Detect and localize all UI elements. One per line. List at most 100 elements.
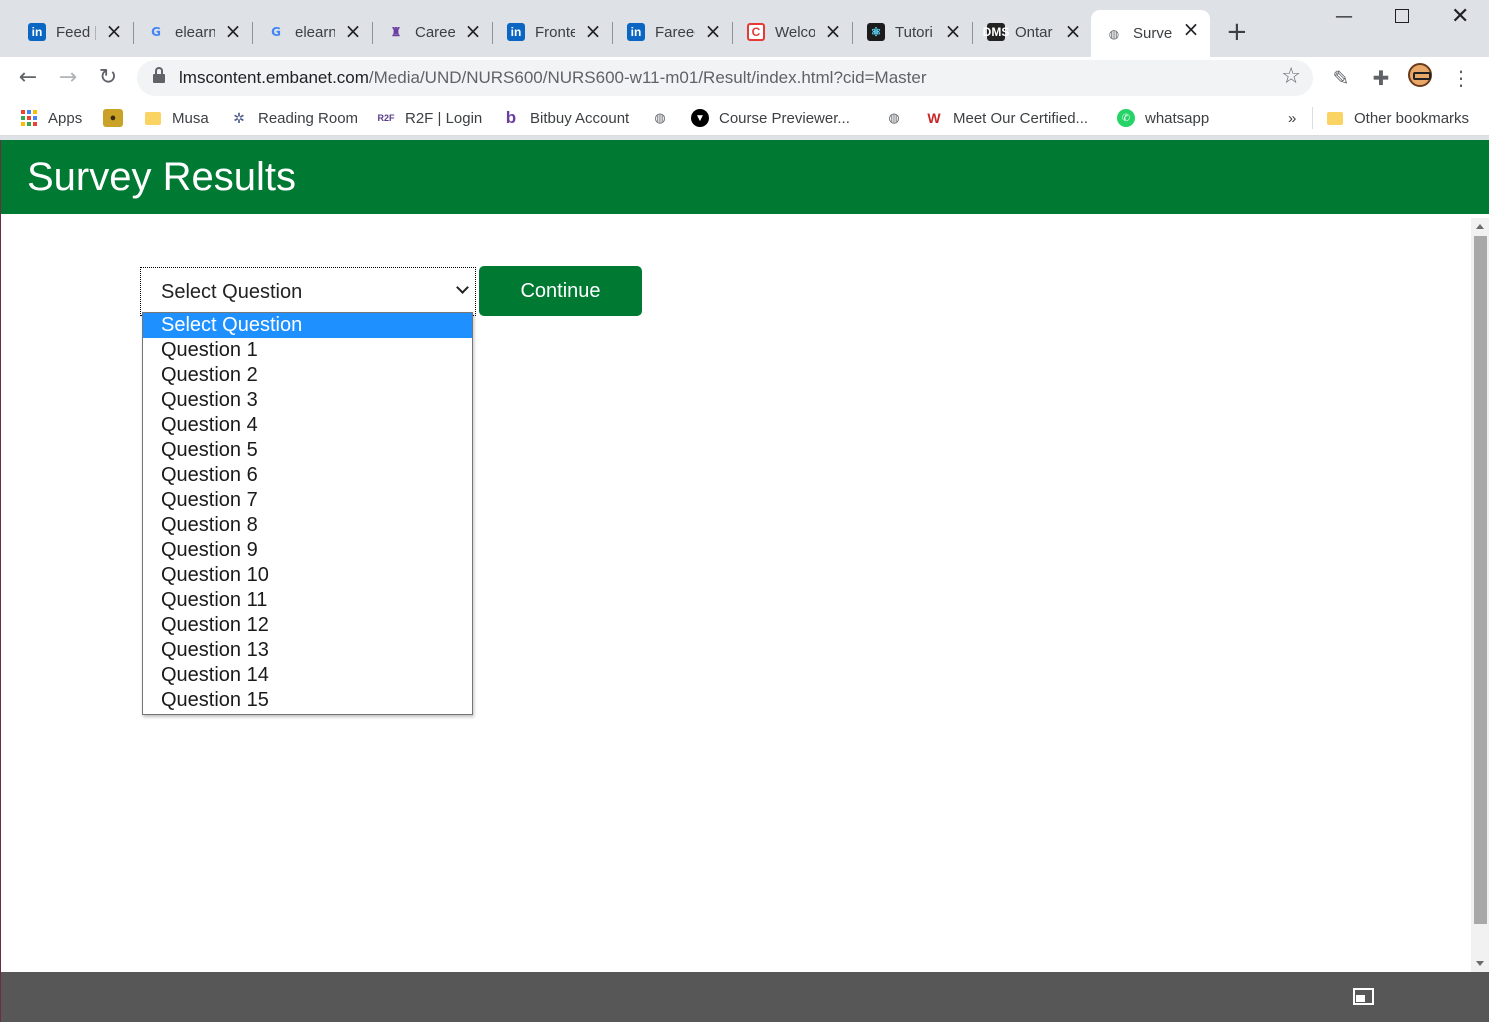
- bookmark-star-icon[interactable]: ☆: [1281, 64, 1301, 89]
- tab-title: Welco: [775, 23, 815, 41]
- tab-tutorial[interactable]: ⚛ Tutori ×: [853, 12, 973, 52]
- dropdown-option[interactable]: Question 6: [143, 463, 472, 488]
- folder-icon: [144, 109, 162, 127]
- linkedin-icon: in: [28, 23, 46, 41]
- google-icon: G: [271, 25, 281, 39]
- dropdown-option[interactable]: Question 13: [143, 638, 472, 663]
- url-text[interactable]: lmscontent.embanet.com/Media/UND/NURS600…: [179, 68, 927, 88]
- question-select[interactable]: Select Question: [140, 267, 476, 316]
- new-tab-button[interactable]: +: [1226, 19, 1248, 45]
- c-logo-icon: C: [747, 23, 765, 41]
- close-icon[interactable]: ×: [344, 21, 362, 41]
- tab-title: Fronte: [535, 23, 575, 41]
- dropdown-option[interactable]: Question 1: [143, 338, 472, 363]
- dropdown-option[interactable]: Question 5: [143, 438, 472, 463]
- bookmark-other[interactable]: Other bookmarks: [1326, 107, 1469, 129]
- tab-careers[interactable]: ♜ Careers ×: [373, 12, 493, 52]
- lock-icon[interactable]: [153, 67, 165, 83]
- picture-in-picture-icon[interactable]: [1353, 988, 1374, 1005]
- bookmark-r2f[interactable]: R2F R2F | Login: [377, 107, 482, 129]
- dropdown-option[interactable]: Select Question: [143, 313, 472, 338]
- whatsapp-icon: ✆: [1117, 109, 1135, 127]
- tab-welcome[interactable]: C Welco ×: [733, 12, 853, 52]
- close-icon[interactable]: ×: [944, 21, 962, 41]
- back-icon[interactable]: ←: [13, 63, 43, 93]
- tab-elearn-1[interactable]: G elearn ×: [133, 12, 253, 52]
- address-bar[interactable]: lmscontent.embanet.com/Media/UND/NURS600…: [137, 60, 1313, 96]
- bookmark-globe-2[interactable]: ◍: [885, 107, 913, 129]
- minimize-icon[interactable]: —: [1335, 6, 1353, 27]
- dropdown-option[interactable]: Question 15: [143, 688, 472, 713]
- bookmark-course-previewer[interactable]: ▼ Course Previewer...: [691, 107, 850, 129]
- continue-button[interactable]: Continue: [479, 266, 642, 316]
- linkedin-icon: in: [627, 23, 645, 41]
- dropdown-option[interactable]: Question 3: [143, 388, 472, 413]
- profile-avatar[interactable]: [1408, 63, 1432, 87]
- bookmarks-overflow[interactable]: »: [1288, 107, 1296, 129]
- page-content: Survey Results Select Question Continue …: [0, 140, 1489, 972]
- tab-feed[interactable]: in Feed | ×: [14, 12, 134, 52]
- tab-title: elearn: [295, 23, 335, 41]
- course-previewer-icon: ▼: [691, 109, 709, 127]
- close-icon[interactable]: ×: [584, 21, 602, 41]
- scroll-down-arrow-icon[interactable]: [1476, 961, 1484, 966]
- dropdown-option[interactable]: Question 8: [143, 513, 472, 538]
- tab-title: Fareed: [655, 23, 695, 41]
- forward-icon[interactable]: →: [53, 63, 83, 93]
- question-dropdown-list: Select Question Question 1 Question 2 Qu…: [142, 312, 473, 715]
- tab-survey-active[interactable]: ◍ Surve ×: [1091, 10, 1210, 57]
- page-footer: [0, 972, 1489, 1022]
- bookmark-globe[interactable]: ◍: [651, 107, 679, 129]
- dropdown-option[interactable]: Question 9: [143, 538, 472, 563]
- extensions-icon[interactable]: ✚: [1366, 63, 1396, 93]
- close-icon[interactable]: ×: [824, 21, 842, 41]
- tab-fronte[interactable]: in Fronte ×: [493, 12, 613, 52]
- bookmark-reading-room[interactable]: ✲ Reading Room: [230, 107, 358, 129]
- close-icon[interactable]: ×: [1064, 21, 1082, 41]
- browser-toolbar: ← → ↻ lmscontent.embanet.com/Media/UND/N…: [0, 57, 1489, 99]
- dropdown-option[interactable]: Question 4: [143, 413, 472, 438]
- apps-grid-icon: [20, 109, 38, 127]
- close-icon[interactable]: ×: [1182, 19, 1200, 39]
- scrollbar-thumb[interactable]: [1474, 236, 1487, 924]
- tab-strip: in Feed | × G elearn × G elearn × ♜ Care…: [0, 0, 1489, 57]
- globe-icon: ◍: [1108, 26, 1120, 41]
- bitbuy-icon: b: [505, 108, 517, 127]
- bookmark-bitbuy[interactable]: b Bitbuy Account: [502, 107, 629, 129]
- close-icon[interactable]: ×: [224, 21, 242, 41]
- tab-ontario[interactable]: DMS Ontar ×: [973, 12, 1092, 52]
- close-icon[interactable]: ×: [704, 21, 722, 41]
- close-icon[interactable]: ×: [105, 21, 123, 41]
- bookmark-label: R2F | Login: [405, 109, 483, 127]
- dropdown-option[interactable]: Question 2: [143, 363, 472, 388]
- bookmark-apps[interactable]: Apps: [20, 107, 82, 129]
- menu-icon[interactable]: ⋮: [1446, 63, 1476, 93]
- reload-icon[interactable]: ↻: [93, 63, 123, 93]
- react-icon: ⚛: [867, 23, 885, 41]
- tab-elearn-2[interactable]: G elearn ×: [253, 12, 373, 52]
- bookmark-musa[interactable]: Musa: [144, 107, 209, 129]
- bookmark-meet-certified[interactable]: W Meet Our Certified...: [925, 107, 1088, 129]
- select-value: Select Question: [161, 281, 303, 303]
- dropdown-option[interactable]: Question 10: [143, 563, 472, 588]
- page-scrollbar[interactable]: [1471, 218, 1489, 972]
- dropdown-option[interactable]: Question 7: [143, 488, 472, 513]
- western-crest-icon: ♜: [390, 25, 402, 39]
- tab-fareed[interactable]: in Fareed ×: [613, 12, 733, 52]
- dropdown-option[interactable]: Question 12: [143, 613, 472, 638]
- bookmark-whatsapp[interactable]: ✆ whatsapp: [1117, 107, 1209, 129]
- dropdown-option[interactable]: Question 14: [143, 663, 472, 688]
- browser-window: in Feed | × G elearn × G elearn × ♜ Care…: [0, 0, 1489, 1022]
- google-icon: G: [151, 25, 161, 39]
- close-window-icon[interactable]: ✕: [1451, 4, 1469, 29]
- scroll-up-arrow-icon[interactable]: [1476, 224, 1484, 229]
- dropdown-option[interactable]: Question 11: [143, 588, 472, 613]
- eyedropper-icon[interactable]: ✎: [1326, 63, 1356, 93]
- bookmark-label: Meet Our Certified...: [953, 109, 1089, 127]
- globe-icon: ◍: [888, 110, 900, 126]
- dms-icon: DMS: [982, 23, 1010, 41]
- bookmark-mole[interactable]: ●: [103, 107, 133, 129]
- maximize-icon[interactable]: [1395, 9, 1409, 23]
- close-icon[interactable]: ×: [464, 21, 482, 41]
- bookmark-label: Course Previewer...: [719, 109, 850, 127]
